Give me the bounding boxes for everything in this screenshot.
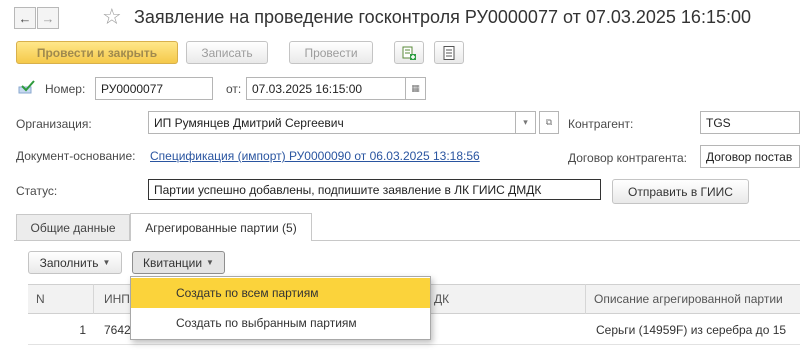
arrow-right-icon: → [41,10,55,26]
tab-aggregated-lots[interactable]: Агрегированные партии (5) [130,213,312,241]
receipts-button[interactable]: Квитанции ▼ [132,251,225,274]
column-header-dk[interactable]: ДК [426,284,586,314]
report-button[interactable] [434,41,464,64]
post-and-close-button[interactable]: Провести и закрыть [16,41,178,64]
organization-dropdown-button[interactable]: ▾ [516,111,536,134]
basis-document-label: Документ-основание: [16,149,136,163]
forward-button[interactable]: → [37,7,59,29]
back-button[interactable]: ← [14,7,36,29]
column-header-description[interactable]: Описание агрегированной партии [586,284,800,314]
posted-checkmark-icon [18,80,35,94]
date-label: от: [226,82,242,96]
status-label: Статус: [16,184,58,198]
structure-icon [402,46,416,60]
contractor-label: Контрагент: [568,117,634,131]
favorite-star-icon[interactable]: ☆ [102,6,122,28]
receipts-button-label: Квитанции [143,255,203,270]
cell-n: 1 [79,323,86,337]
cell-description: Серьги (14959F) из серебра до 15 [596,323,787,337]
contract-label: Договор контрагента: [568,151,687,165]
row-divider [28,344,800,345]
number-label: Номер: [45,82,86,96]
tab-general[interactable]: Общие данные [16,214,130,240]
open-window-icon: ⧉ [545,117,553,127]
organization-open-button[interactable]: ⧉ [539,111,559,134]
menu-item-create-selected-lots[interactable]: Создать по выбранным партиям [131,308,430,338]
organization-label: Организация: [16,117,92,131]
calendar-icon: ▦ [411,83,420,93]
fill-button[interactable]: Заполнить ▼ [28,251,122,274]
chevron-down-icon: ▼ [206,258,214,267]
save-button[interactable]: Записать [186,41,268,64]
chevron-down-icon: ▾ [523,117,528,127]
menu-item-create-all-lots[interactable]: Создать по всем партиям [131,278,430,308]
document-list-icon [443,45,455,60]
column-header-n[interactable]: N [28,284,94,314]
organization-field[interactable]: ИП Румянцев Дмитрий Сергеевич [148,111,516,134]
cell-dk [426,316,576,344]
receipts-dropdown-menu: Создать по всем партиям Создать по выбра… [130,276,431,340]
page-title: Заявление на проведение госконтроля РУ00… [134,7,751,27]
date-field[interactable]: 07.03.2025 16:15:00 [246,77,406,100]
structure-button[interactable] [394,41,424,64]
chevron-down-icon: ▼ [102,258,111,267]
post-button[interactable]: Провести [289,41,373,64]
contractor-field[interactable]: TGS [700,111,800,134]
calendar-button[interactable]: ▦ [406,77,426,100]
number-field[interactable]: РУ0000077 [95,77,213,100]
arrow-left-icon: ← [18,10,32,26]
status-field: Партии успешно добавлены, подпишите заяв… [148,179,601,200]
basis-document-link[interactable]: Спецификация (импорт) РУ0000090 от 06.03… [150,149,480,163]
fill-button-label: Заполнить [39,255,99,270]
send-to-giis-button[interactable]: Отправить в ГИИС [612,179,749,204]
contract-field[interactable]: Договор постав [700,145,800,168]
